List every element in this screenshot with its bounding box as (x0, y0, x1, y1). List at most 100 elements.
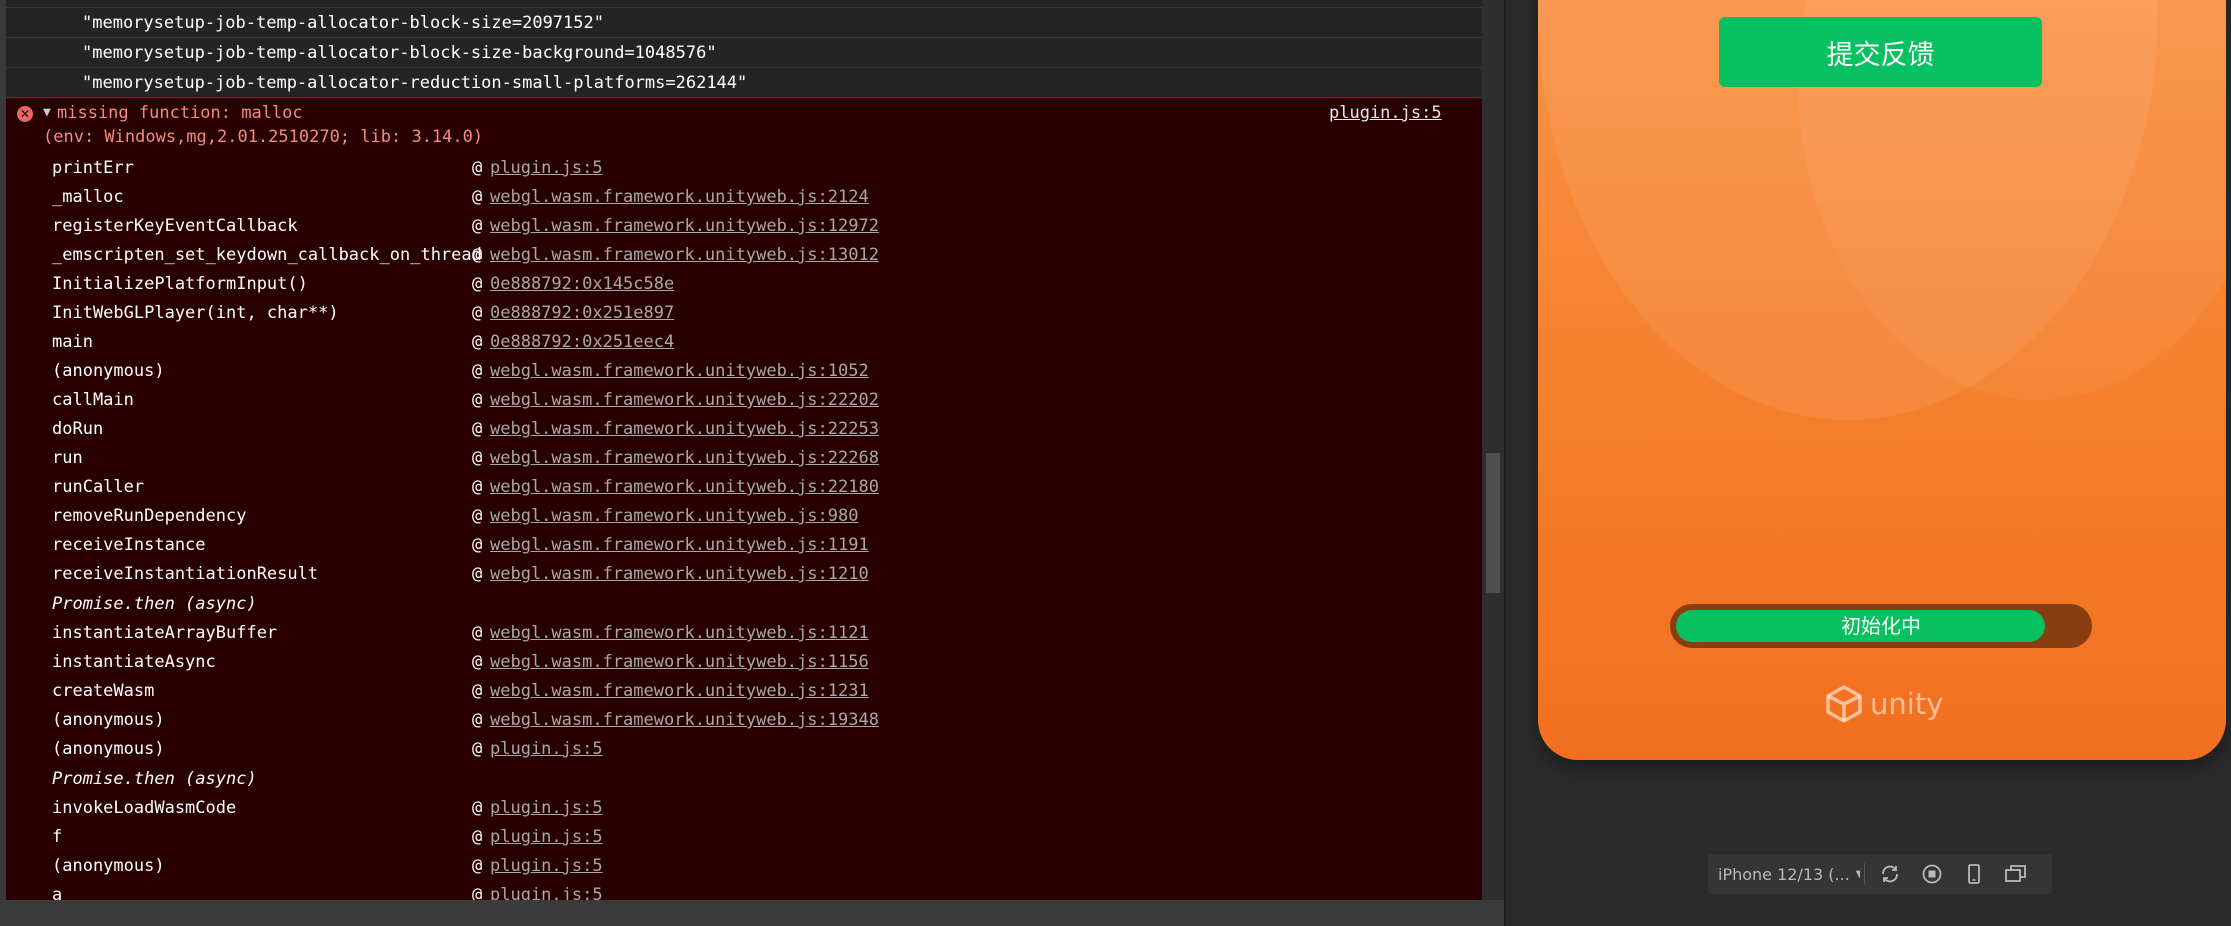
frame-function-name: instantiateArrayBuffer (52, 623, 278, 643)
stack-frame-row: run @ webgl.wasm.framework.unityweb.js:222… (6, 444, 1482, 473)
stack-frame-row: f @ plugin.js:5 (6, 823, 1482, 852)
frame-source-link[interactable]: plugin.js:5 (490, 881, 603, 900)
phone-icon[interactable] (1959, 859, 1989, 889)
device-simulator: 提交反馈 初始化中 unity iPhone 12/13 (... ▼ (1506, 0, 2231, 926)
stack-frame-row: runCaller @ webgl.wasm.framework.unityweb.… (6, 473, 1482, 502)
frame-at-symbol: @ (472, 885, 483, 900)
frame-at-symbol: @ (472, 506, 483, 526)
frame-source-link[interactable]: plugin.js:5 (490, 794, 603, 823)
console-string-line[interactable]: "memorysetup-job-temp-allocator-reductio… (6, 68, 1482, 98)
frame-source-link[interactable]: webgl.wasm.framework.unityweb.js:1210 (490, 560, 869, 589)
frame-source-link[interactable]: plugin.js:5 (490, 154, 603, 183)
stack-frame-row: instantiateArrayBuffer @ webgl.wasm.framew… (6, 619, 1482, 648)
frame-function-name: (anonymous) (52, 361, 165, 381)
frame-function-name: (anonymous) (52, 739, 165, 759)
frame-function-name: a (52, 885, 63, 900)
frame-at-symbol: @ (472, 448, 483, 468)
frame-source-link[interactable]: webgl.wasm.framework.unityweb.js:13012 (490, 241, 879, 270)
frame-source-link[interactable]: webgl.wasm.framework.unityweb.js:1231 (490, 677, 869, 706)
stack-frame-row: (anonymous) @ plugin.js:5 (6, 735, 1482, 764)
frame-at-symbol: @ (472, 739, 483, 759)
stack-frame-row: (anonymous) @ webgl.wasm.framework.unitywe… (6, 706, 1482, 735)
frame-function-name: invokeLoadWasmCode (52, 798, 237, 818)
console-panel: "memorysetup-job-temp-allocator-block-si… (0, 0, 1504, 900)
horizontal-scrollbar[interactable] (0, 900, 1504, 926)
frame-function-name: (anonymous) (52, 856, 165, 876)
error-message-block: ✕ ▼ missing function: malloc (env: Windo… (6, 98, 1482, 900)
frame-source-link[interactable]: webgl.wasm.framework.unityweb.js:19348 (490, 706, 879, 735)
stack-frame-row: callMain @ webgl.wasm.framework.unityweb.j… (6, 386, 1482, 415)
frame-function-name: run (52, 448, 83, 468)
frame-at-symbol: @ (472, 652, 483, 672)
frame-source-link[interactable]: plugin.js:5 (490, 852, 603, 881)
frame-at-symbol: @ (472, 390, 483, 410)
frame-source-link[interactable]: plugin.js:5 (490, 823, 603, 852)
toolbar-divider (1864, 863, 1865, 885)
console-string-line[interactable]: "memorysetup-job-temp-allocator-block-si… (6, 38, 1482, 68)
frame-at-symbol: @ (472, 361, 483, 381)
frame-source-link[interactable]: webgl.wasm.framework.unityweb.js:22180 (490, 473, 879, 502)
progress-label: 初始化中 (1841, 614, 1921, 638)
frame-at-symbol: @ (472, 710, 483, 730)
error-message: missing function: malloc (57, 103, 303, 123)
frame-at-symbol: @ (472, 303, 483, 323)
frame-at-symbol: @ (472, 332, 483, 352)
frame-at-symbol: @ (472, 535, 483, 555)
frame-source-link[interactable]: webgl.wasm.framework.unityweb.js:22268 (490, 444, 879, 473)
frame-source-link[interactable]: plugin.js:5 (490, 735, 603, 764)
frame-at-symbol: @ (472, 827, 483, 847)
frame-at-symbol: @ (472, 564, 483, 584)
submit-feedback-button[interactable]: 提交反馈 (1719, 17, 2042, 87)
phone-screen: 提交反馈 初始化中 unity (1538, 0, 2226, 760)
chevron-down-icon: ▼ (1855, 868, 1860, 880)
stack-frame-row: registerKeyEventCallback @ webgl.wasm.fram… (6, 212, 1482, 241)
frame-at-symbol: @ (472, 856, 483, 876)
stack-frame-row: instantiateAsync @ webgl.wasm.framework.un… (6, 648, 1482, 677)
loading-progress-bar: 初始化中 (1670, 604, 2092, 648)
frame-source-link[interactable]: webgl.wasm.framework.unityweb.js:1121 (490, 619, 869, 648)
frame-source-link[interactable]: webgl.wasm.framework.unityweb.js:1156 (490, 648, 869, 677)
console-string-line[interactable]: "memorysetup-job-temp-allocator-block-si… (6, 8, 1482, 38)
frame-function-name: _emscripten_set_keydown_callback_on_thre… (52, 245, 482, 265)
stack-frame-row: receiveInstance @ webgl.wasm.framework.uni… (6, 531, 1482, 560)
stack-frame-row: InitializePlatformInput() @0e888792:0x145… (6, 270, 1482, 299)
frame-function-name: receiveInstance (52, 535, 206, 555)
expand-caret-icon[interactable]: ▼ (43, 105, 51, 120)
frame-function-name: instantiateAsync (52, 652, 216, 672)
frame-at-symbol: @ (472, 274, 483, 294)
frame-at-symbol: @ (472, 158, 483, 178)
stack-frame-row: createWasm @ webgl.wasm.framework.unityweb… (6, 677, 1482, 706)
stop-icon[interactable] (1917, 859, 1947, 889)
frame-source-link[interactable]: webgl.wasm.framework.unityweb.js:2124 (490, 183, 869, 212)
frame-function-name: (anonymous) (52, 710, 165, 730)
frame-source-link[interactable]: webgl.wasm.framework.unityweb.js:12972 (490, 212, 879, 241)
frame-function-name: printErr (52, 158, 134, 178)
frame-source-link[interactable]: webgl.wasm.framework.unityweb.js:1052 (490, 357, 869, 386)
error-source-link[interactable]: plugin.js:5 (1329, 103, 1442, 123)
console-scrollbar[interactable] (1482, 0, 1504, 900)
frame-source-link[interactable]: webgl.wasm.framework.unityweb.js:1191 (490, 531, 869, 560)
scrollbar-thumb[interactable] (1486, 453, 1500, 593)
string-output-lines: "memorysetup-job-temp-allocator-block-si… (6, 0, 1482, 98)
unity-cube-icon (1826, 685, 1862, 723)
stack-frame-row: doRun @ webgl.wasm.framework.unityweb.js:2… (6, 415, 1482, 444)
stack-frame-row: _emscripten_set_keydown_callback_on_thre… (6, 241, 1482, 270)
rotate-icon[interactable] (1875, 859, 1905, 889)
frame-source-link[interactable]: webgl.wasm.framework.unityweb.js:22202 (490, 386, 879, 415)
device-select[interactable]: iPhone 12/13 (... ▼ (1708, 865, 1860, 884)
frame-source-link[interactable]: 0e888792:0x251e897 (490, 299, 674, 328)
frame-function-name: runCaller (52, 477, 145, 497)
stack-frame-row: printErr @ plugin.js:5 (6, 154, 1482, 183)
frame-at-symbol: @ (472, 245, 483, 265)
frame-at-symbol: @ (472, 477, 483, 497)
async-label: Promise.then (async) (52, 594, 257, 614)
frame-source-link[interactable]: webgl.wasm.framework.unityweb.js:22253 (490, 415, 879, 444)
window-icon[interactable] (2001, 859, 2031, 889)
async-separator-row: Promise.then (async) (6, 589, 1482, 619)
stack-frame-row: (anonymous) @ webgl.wasm.framework.unitywe… (6, 357, 1482, 386)
frame-source-link[interactable]: 0e888792:0x251eec4 (490, 328, 674, 357)
async-label: Promise.then (async) (52, 769, 257, 789)
frame-source-link[interactable]: 0e888792:0x145c58e (490, 270, 674, 299)
frame-source-link[interactable]: webgl.wasm.framework.unityweb.js:980 (490, 502, 858, 531)
frame-at-symbol: @ (472, 798, 483, 818)
